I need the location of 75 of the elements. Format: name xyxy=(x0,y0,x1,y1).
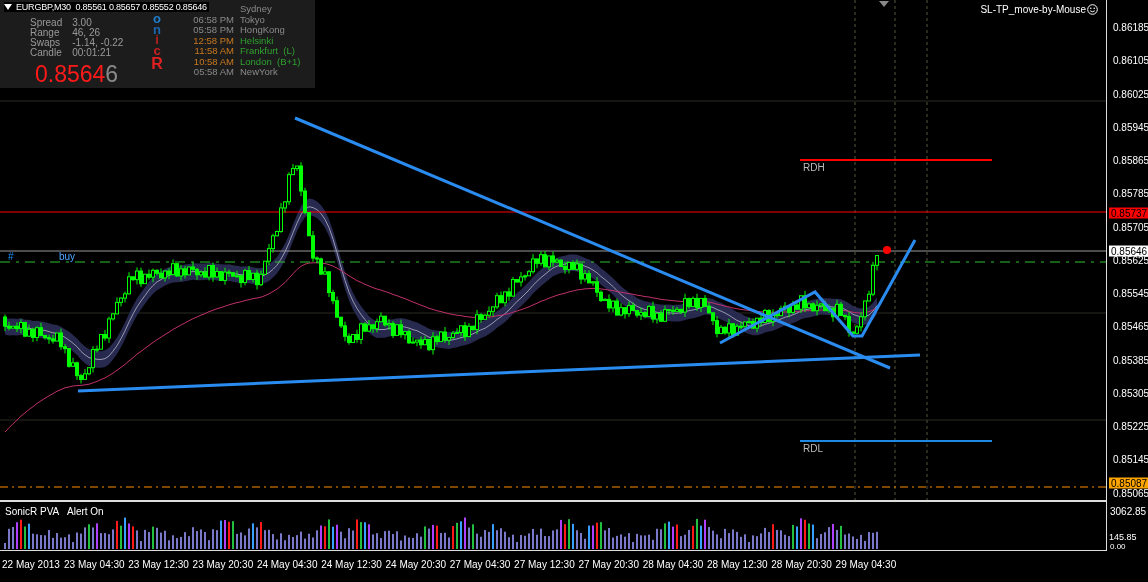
time-tick: 24 May 20:30 xyxy=(385,559,447,570)
session-time: 05:58 AM xyxy=(192,67,234,78)
stat-value: 00:01:21 xyxy=(72,48,113,58)
stat-value: -1.14, -0.22 xyxy=(72,38,124,48)
smiley-icon xyxy=(1087,4,1098,15)
order-label: # xyxy=(8,251,14,262)
price-tag: 0.85646 xyxy=(1109,245,1148,257)
price-tick: 0.85465 xyxy=(1113,320,1148,332)
price-tag: 0.85087 xyxy=(1109,477,1148,489)
chart-header: EURGBP,M30 0.85561 0.85657 0.85552 0.85646 xyxy=(16,2,207,12)
session-time: 12:58 PM xyxy=(192,35,234,46)
price-tick: 0.85785 xyxy=(1113,187,1148,199)
price-tick: 0.85945 xyxy=(1113,121,1148,133)
session-time: 06:58 PM xyxy=(192,14,234,25)
price-tick: 0.85545 xyxy=(1113,287,1148,299)
session-city: London (B+1) xyxy=(240,56,301,67)
indicator-letter: c xyxy=(153,45,161,56)
time-tick: 29 May 04:30 xyxy=(835,559,897,570)
price-tick: 0.85385 xyxy=(1113,354,1148,365)
price-tick: 0.85305 xyxy=(1113,387,1148,399)
session-city: NewYork xyxy=(240,67,278,78)
price-tick: 0.85625 xyxy=(1113,254,1148,266)
price-tick: 0.85225 xyxy=(1113,420,1148,432)
dropdown-icon[interactable] xyxy=(4,4,12,10)
volume-tick: 145.85 xyxy=(1109,532,1137,542)
price-tick: 0.85865 xyxy=(1113,154,1148,166)
price-last-digit: 6 xyxy=(105,61,119,88)
indicator-letter: R xyxy=(151,59,163,70)
time-tick: 23 May 20:30 xyxy=(192,559,254,570)
indicator-letter: n xyxy=(153,24,161,35)
alert-status: Alert On xyxy=(67,506,104,517)
session-time: 05:58 PM xyxy=(192,25,234,36)
level-label: RDL xyxy=(803,443,823,454)
volume-tick: 0.00 xyxy=(1110,541,1126,551)
price-tick: 0.85065 xyxy=(1113,487,1148,498)
price-tag: 0.85737 xyxy=(1109,207,1148,219)
time-tick: 28 May 12:30 xyxy=(707,559,768,570)
price-tick: 0.86105 xyxy=(1113,54,1148,66)
session-city: Tokyo xyxy=(240,14,265,25)
time-tick: 24 May 12:30 xyxy=(321,559,382,570)
stat-value: 46, 26 xyxy=(72,28,101,38)
session-city: Frankfurt (L) xyxy=(240,46,296,57)
session-time: 10:58 AM xyxy=(192,56,234,67)
stat-label: Candle xyxy=(30,48,63,58)
price-tick: 0.85705 xyxy=(1113,221,1148,232)
time-tick: 28 May 04:30 xyxy=(642,559,704,570)
stat-label: Swaps xyxy=(30,38,60,48)
expert-name: SL-TP_move-by-Mouse xyxy=(980,4,1086,15)
price-reading: 0.8564 xyxy=(35,61,106,88)
stat-label: Range xyxy=(30,28,60,38)
session-time: 11:58 AM xyxy=(193,46,234,57)
time-tick: 23 May 12:30 xyxy=(128,559,189,570)
time-tick: 22 May 2013 xyxy=(2,559,60,570)
stat-label: Spread xyxy=(30,18,63,28)
price-tick: 0.86025 xyxy=(1113,88,1148,99)
level-label: RDH xyxy=(803,162,825,173)
time-tick: 23 May 04:30 xyxy=(64,559,125,570)
session-city: Sydney xyxy=(240,4,273,15)
price-marker xyxy=(883,246,891,254)
stat-value: 3.00 xyxy=(72,18,93,28)
session-city: HongKong xyxy=(240,25,286,36)
indicator-letter: o xyxy=(153,14,161,25)
time-tick: 28 May 20:30 xyxy=(771,559,832,570)
time-tick: 24 May 04:30 xyxy=(256,559,318,570)
time-tick: 27 May 12:30 xyxy=(514,559,575,570)
price-tick: 0.85145 xyxy=(1113,453,1148,465)
indicator-letter: i xyxy=(155,35,159,46)
shift-marker-icon xyxy=(879,1,889,7)
order-label: buy xyxy=(59,251,76,262)
volume-tick: 3062.85 xyxy=(1110,505,1147,517)
indicator-name: SonicR PVA xyxy=(5,506,60,517)
session-city: Helsinki xyxy=(240,35,274,46)
price-tick: 0.86185 xyxy=(1113,21,1148,33)
time-tick: 27 May 20:30 xyxy=(578,559,639,570)
time-tick: 27 May 04:30 xyxy=(449,559,511,570)
